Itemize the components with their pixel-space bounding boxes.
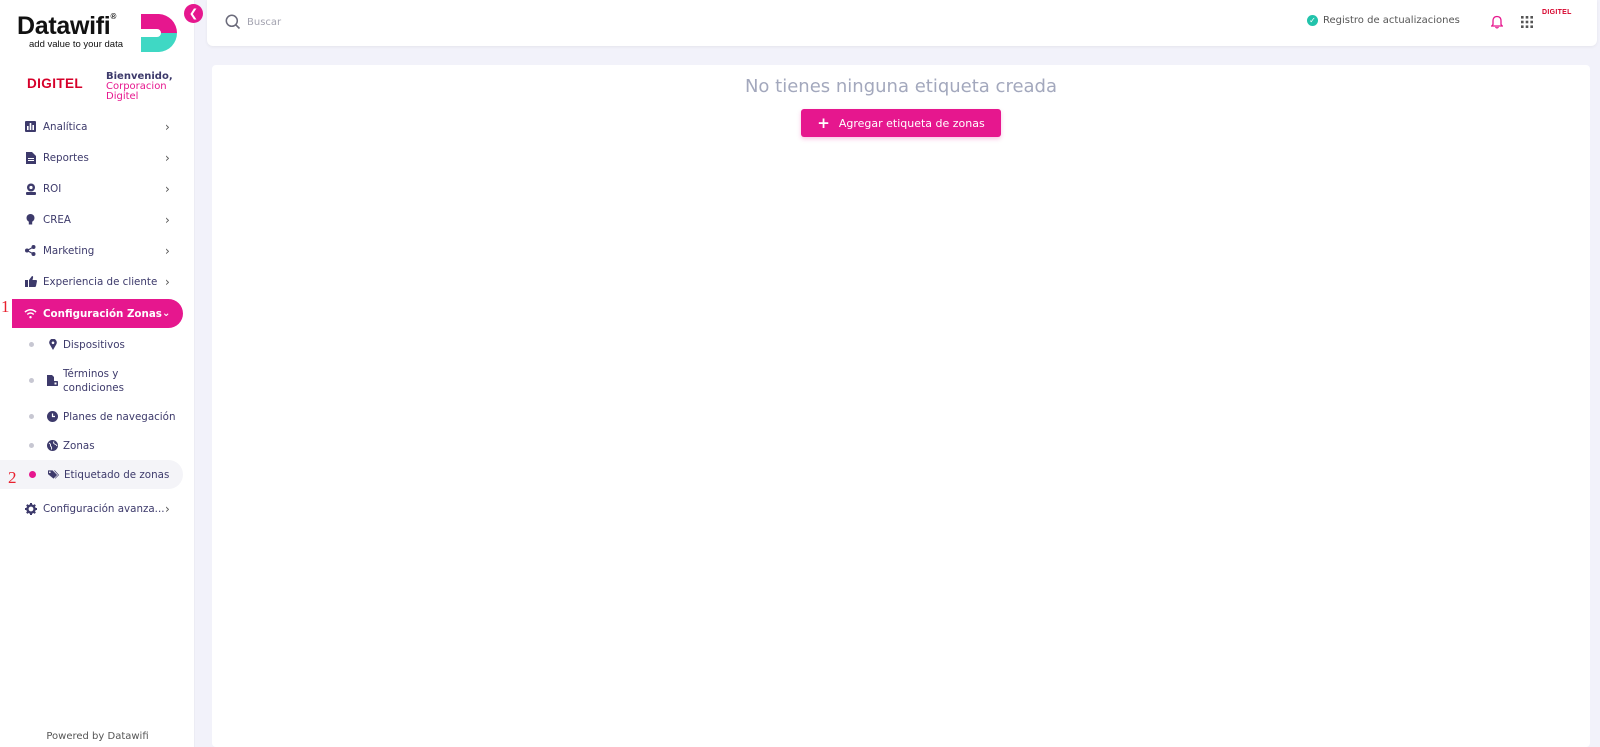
user-money-icon xyxy=(24,182,37,195)
apps-grid-icon[interactable] xyxy=(1521,16,1533,28)
bullet-dot-icon xyxy=(29,443,34,448)
sidebar-item-analitica[interactable]: Analítica › xyxy=(0,111,195,142)
sidebar-item-label: Experiencia de cliente xyxy=(43,275,158,288)
annotation-marker-1: 1 xyxy=(1,297,10,316)
chevron-right-icon: › xyxy=(165,181,170,196)
submenu-item-planes-navegacion[interactable]: Planes de navegación xyxy=(0,402,195,431)
updates-log-label: Registro de actualizaciones xyxy=(1323,15,1460,26)
chevron-right-icon: › xyxy=(165,119,170,134)
bullet-dot-icon xyxy=(29,414,34,419)
updates-log-link[interactable]: ✓ Registro de actualizaciones xyxy=(1307,15,1460,26)
submenu-item-label-line2: condiciones xyxy=(63,381,124,394)
chevron-right-icon: › xyxy=(165,243,170,258)
sidebar-item-crea[interactable]: CREA › xyxy=(0,204,195,235)
check-circle-icon: ✓ xyxy=(1307,15,1318,26)
sidebar: Datawifi® add value to your data ❮ DIGIT… xyxy=(0,0,203,747)
gear-icon xyxy=(24,502,37,515)
submenu-item-zonas[interactable]: Zonas xyxy=(0,431,195,460)
logo-tagline: add value to your data xyxy=(29,39,124,50)
lightbulb-icon xyxy=(24,213,37,226)
share-icon xyxy=(24,244,37,257)
submenu-item-label: Dispositivos xyxy=(63,338,125,351)
sidebar-item-configuracion-avanzada[interactable]: Configuración avanza... › xyxy=(0,493,195,524)
plus-icon: + xyxy=(817,113,830,132)
clock-icon xyxy=(47,411,58,422)
logo-name: Datawifi xyxy=(17,12,111,40)
globe-icon xyxy=(47,440,58,451)
user-avatar[interactable]: DIGITEL xyxy=(1542,9,1572,16)
annotation-marker-2: 2 xyxy=(8,468,17,487)
chevron-down-icon: ⌄ xyxy=(162,308,171,319)
bell-icon[interactable] xyxy=(1491,15,1503,29)
submenu-item-label: Términos y xyxy=(63,367,119,380)
sidebar-item-label: Analítica xyxy=(43,120,88,133)
sidebar-menu: Analítica › Reportes › ROI › CREA › Mark… xyxy=(0,111,195,524)
sidebar-item-label: Marketing xyxy=(43,244,95,257)
bar-chart-icon xyxy=(24,120,37,133)
sidebar-item-experiencia-cliente[interactable]: Experiencia de cliente › xyxy=(0,266,195,297)
add-zone-tag-button[interactable]: + Agregar etiqueta de zonas xyxy=(801,109,1001,137)
submenu-item-label: Zonas xyxy=(63,439,95,452)
sidebar-item-label: Reportes xyxy=(43,151,89,164)
chevron-right-icon: › xyxy=(165,501,170,516)
sidebar-item-reportes[interactable]: Reportes › xyxy=(0,142,195,173)
submenu-item-etiquetado-zonas[interactable]: Etiquetado de zonas xyxy=(0,460,183,489)
add-zone-tag-button-label: Agregar etiqueta de zonas xyxy=(838,116,985,130)
sidebar-item-marketing[interactable]: Marketing › xyxy=(0,235,195,266)
submenu-item-label: Planes de navegación xyxy=(63,410,176,423)
submenu-configuracion-zonas: Dispositivos Términos y condiciones Plane… xyxy=(0,330,195,489)
tags-icon xyxy=(48,469,59,480)
sidebar-item-label: Configuración Zonas xyxy=(43,307,162,320)
wifi-icon xyxy=(24,307,37,320)
brand-logo: DIGITEL xyxy=(27,76,84,91)
bullet-dot-icon xyxy=(29,378,34,383)
welcome-block: Bienvenido, Corporacion Digitel xyxy=(106,72,173,102)
datawifi-logo[interactable]: Datawifi® add value to your data xyxy=(17,10,178,58)
collapse-sidebar-button[interactable]: ❮ xyxy=(184,4,203,23)
welcome-org: Corporacion Digitel xyxy=(106,81,167,102)
chevron-right-icon: › xyxy=(165,274,170,289)
submenu-item-terminos[interactable]: Términos y condiciones xyxy=(0,359,195,402)
sidebar-item-label: Configuración avanza... xyxy=(43,502,165,515)
thumbs-up-icon xyxy=(24,275,37,288)
empty-state-title: No tienes ninguna etiqueta creada xyxy=(744,76,1058,97)
bullet-dot-icon xyxy=(29,342,34,347)
logo-registered: ® xyxy=(110,12,117,21)
sidebar-item-label: CREA xyxy=(43,213,71,226)
chevron-right-icon: › xyxy=(165,150,170,165)
document-icon xyxy=(24,151,37,164)
top-bar: ✓ Registro de actualizaciones DIGITEL xyxy=(207,0,1597,46)
file-lock-icon xyxy=(47,375,58,386)
datawifi-logo-mark-icon xyxy=(141,14,178,52)
search-input[interactable] xyxy=(247,13,547,31)
chevron-right-icon: › xyxy=(165,212,170,227)
sidebar-item-configuracion-zonas[interactable]: Configuración Zonas ⌄ xyxy=(12,299,183,328)
submenu-item-label: Etiquetado de zonas xyxy=(64,468,170,481)
search-icon xyxy=(225,14,241,30)
active-bullet-dot-icon xyxy=(29,471,36,478)
map-pin-icon xyxy=(47,339,58,350)
main-content: No tienes ninguna etiqueta creada + Agre… xyxy=(212,65,1590,747)
sidebar-item-roi[interactable]: ROI › xyxy=(0,173,195,204)
powered-by-footer: Powered by Datawifi xyxy=(46,731,149,742)
submenu-item-dispositivos[interactable]: Dispositivos xyxy=(0,330,195,359)
sidebar-item-label: ROI xyxy=(43,182,62,195)
